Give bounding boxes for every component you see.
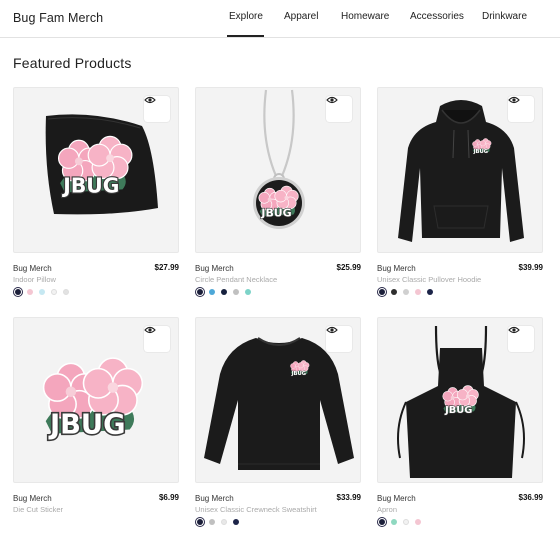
quick-view-button[interactable] (144, 96, 170, 122)
product-brand: Bug Merch (195, 494, 234, 503)
active-tab-indicator (227, 35, 264, 37)
tab-accessories[interactable]: Accessories (410, 11, 464, 22)
color-swatch[interactable] (427, 289, 433, 295)
color-swatch[interactable] (391, 289, 397, 295)
store-name[interactable]: Bug Fam Merch (13, 11, 103, 25)
color-swatch[interactable] (403, 289, 409, 295)
product-price: $36.99 (518, 493, 543, 502)
product-image[interactable] (195, 87, 361, 253)
product-brand: Bug Merch (377, 494, 416, 503)
color-swatch[interactable] (51, 289, 57, 295)
product-image[interactable] (195, 317, 361, 483)
color-swatch[interactable] (221, 519, 227, 525)
color-swatch[interactable] (415, 519, 421, 525)
color-swatch[interactable] (39, 289, 45, 295)
tab-explore[interactable]: Explore (229, 11, 263, 22)
color-swatch[interactable] (379, 289, 385, 295)
product-price: $6.99 (158, 493, 179, 502)
product-image[interactable] (377, 87, 543, 253)
quick-view-button[interactable] (508, 96, 534, 122)
product-price: $25.99 (336, 263, 361, 272)
quick-view-button[interactable] (326, 326, 352, 352)
color-swatch[interactable] (197, 519, 203, 525)
section-title: Featured Products (13, 55, 132, 71)
color-swatch[interactable] (379, 519, 385, 525)
quick-view-button[interactable] (144, 326, 170, 352)
quick-view-button[interactable] (508, 326, 534, 352)
product-name[interactable]: Indoor Pillow (13, 275, 56, 284)
color-swatch[interactable] (403, 519, 409, 525)
color-swatch[interactable] (209, 289, 215, 295)
site-header: Bug Fam Merch Explore Apparel Homeware A… (0, 0, 560, 38)
tab-homeware[interactable]: Homeware (341, 11, 389, 22)
tab-apparel[interactable]: Apparel (284, 11, 318, 22)
product-image[interactable] (13, 317, 179, 483)
product-name[interactable]: Circle Pendant Necklace (195, 275, 277, 284)
product-brand: Bug Merch (13, 264, 52, 273)
product-price: $39.99 (518, 263, 543, 272)
color-swatch[interactable] (415, 289, 421, 295)
color-swatch[interactable] (221, 289, 227, 295)
product-image[interactable] (377, 317, 543, 483)
product-name[interactable]: Unisex Classic Pullover Hoodie (377, 275, 481, 284)
color-swatch[interactable] (233, 519, 239, 525)
color-swatch[interactable] (245, 289, 251, 295)
product-price: $27.99 (154, 263, 179, 272)
product-name[interactable]: Die Cut Sticker (13, 505, 63, 514)
color-swatch[interactable] (15, 289, 21, 295)
product-name[interactable]: Apron (377, 505, 397, 514)
product-name[interactable]: Unisex Classic Crewneck Sweatshirt (195, 505, 317, 514)
color-swatch[interactable] (209, 519, 215, 525)
color-swatch[interactable] (233, 289, 239, 295)
color-swatch[interactable] (391, 519, 397, 525)
color-swatch[interactable] (63, 289, 69, 295)
product-brand: Bug Merch (195, 264, 234, 273)
tab-drinkware[interactable]: Drinkware (482, 11, 527, 22)
quick-view-button[interactable] (326, 96, 352, 122)
color-swatch[interactable] (197, 289, 203, 295)
product-image[interactable] (13, 87, 179, 253)
product-brand: Bug Merch (13, 494, 52, 503)
color-swatch[interactable] (27, 289, 33, 295)
product-price: $33.99 (336, 493, 361, 502)
product-brand: Bug Merch (377, 264, 416, 273)
